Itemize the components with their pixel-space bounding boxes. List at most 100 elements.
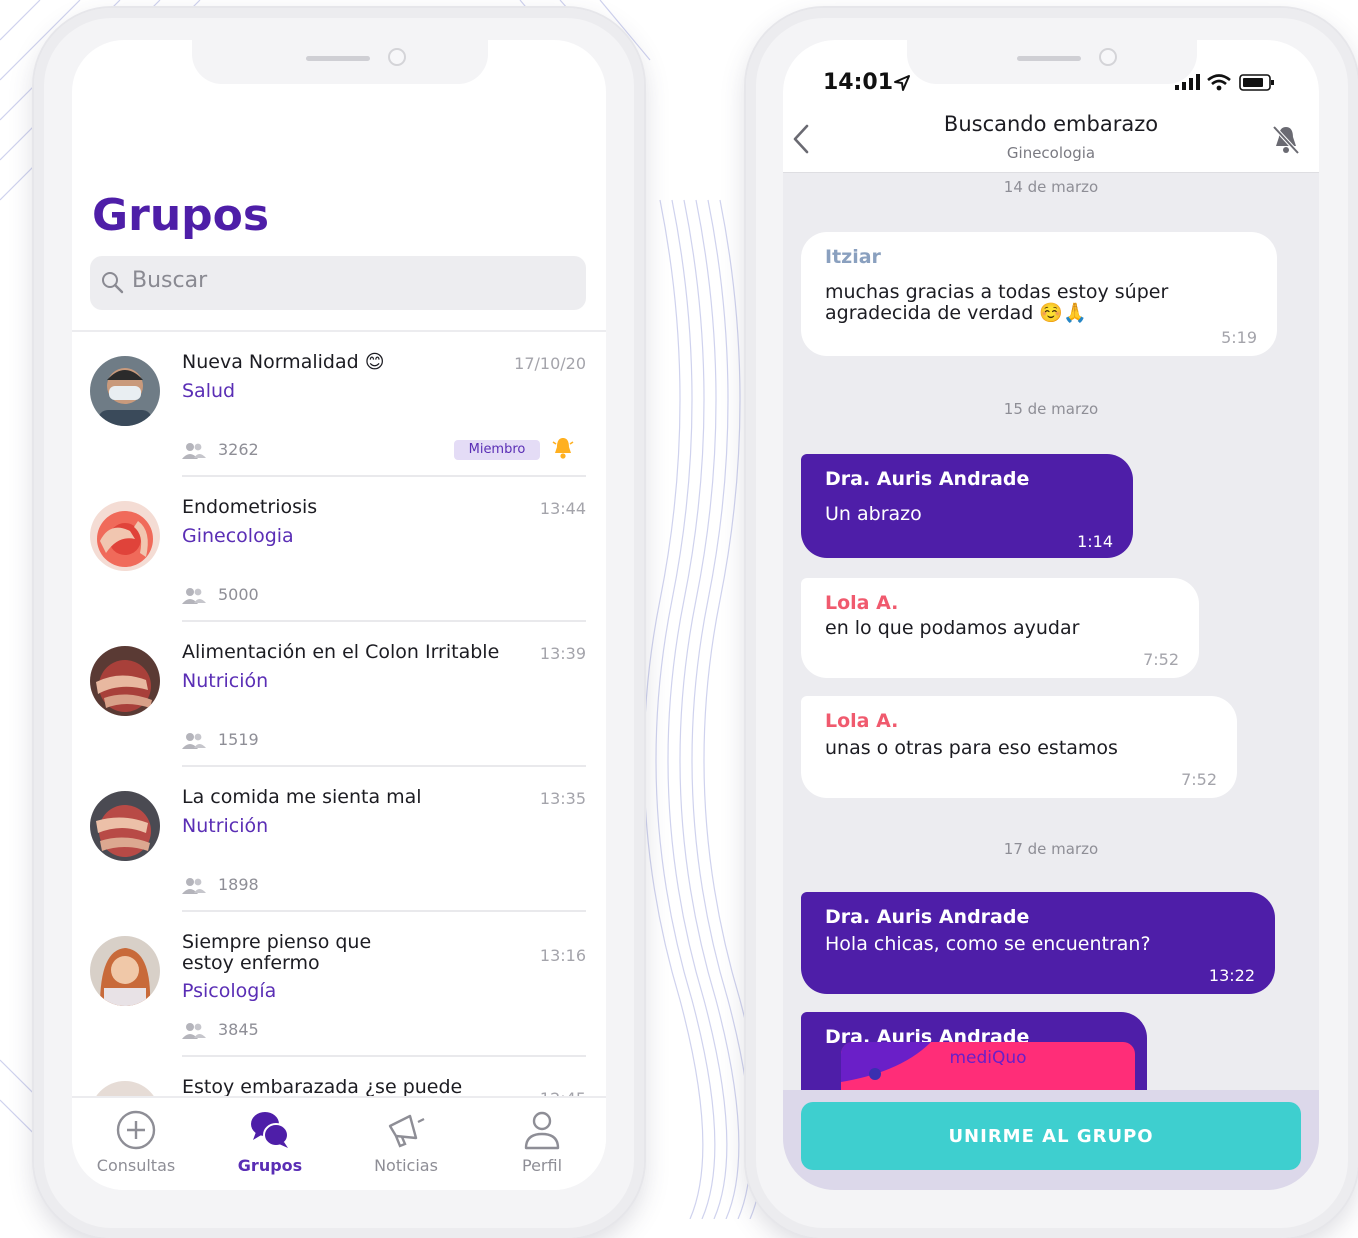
- message-bubble: Lola A. en lo que podamos ayudar 7:52: [801, 578, 1199, 678]
- wifi-icon: [1207, 74, 1231, 91]
- message-time: 5:19: [1221, 328, 1257, 347]
- date-separator: 14 de marzo: [1003, 178, 1099, 196]
- location-arrow-icon: [894, 75, 910, 91]
- join-group-button[interactable]: UNIRME AL GRUPO: [801, 1102, 1301, 1170]
- group-row[interactable]: Siempre pienso que estoy enfermo Psicolo…: [72, 912, 606, 1057]
- chat-subtitle: Ginecologia: [1006, 144, 1096, 162]
- chat-bubbles-icon: [251, 1112, 289, 1148]
- tab-label: Noticias: [374, 1156, 438, 1175]
- group-time: 17/10/20: [514, 354, 586, 373]
- group-avatar: [90, 646, 160, 716]
- promo-brand: mediQuo: [949, 1048, 1027, 1068]
- group-avatar: [90, 356, 160, 426]
- message-time: 7:52: [1143, 650, 1179, 669]
- speaker: [306, 56, 370, 61]
- message-bubble: Itziar muchas gracias a todas estoy súpe…: [801, 232, 1277, 356]
- member-badge: Miembro: [454, 440, 540, 460]
- group-name: Siempre pienso que estoy enfermo: [182, 931, 372, 974]
- group-category: Salud: [182, 380, 236, 402]
- bottom-tab-bar: Consultas Grupos Noticias Perfil: [72, 1096, 606, 1190]
- group-name: Nueva Normalidad 😊: [182, 351, 385, 373]
- message-author: Dra. Auris Andrade: [825, 906, 1030, 928]
- group-avatar: [90, 936, 160, 1006]
- phone-frame-left: Grupos Buscar Nueva Normalidad 😊 Salud 1…: [34, 8, 644, 1238]
- message-bubble: Dra. Auris Andrade Un abrazo 1:14: [801, 454, 1133, 558]
- plus-circle-icon: [116, 1110, 156, 1150]
- tab-noticias[interactable]: Noticias: [356, 1108, 456, 1175]
- members-icon: [182, 733, 206, 749]
- members-icon: [182, 443, 206, 459]
- message-text: Hola chicas, como se encuentran?: [825, 933, 1151, 955]
- members-icon: [182, 1023, 206, 1039]
- join-footer: UNIRME AL GRUPO: [783, 1090, 1319, 1190]
- search-placeholder: Buscar: [132, 268, 208, 293]
- members-icon: [182, 878, 206, 894]
- message-text: Un abrazo: [825, 503, 922, 525]
- members-icon: [182, 588, 206, 604]
- group-category: Psicología: [182, 980, 277, 1002]
- group-member-count: 5000: [218, 585, 259, 604]
- megaphone-icon: [388, 1114, 425, 1148]
- message-author: Lola A.: [825, 592, 899, 614]
- group-row[interactable]: La comida me sienta mal Nutrición 13:35 …: [72, 767, 606, 912]
- group-member-count: 1519: [218, 730, 259, 749]
- battery-icon: [1239, 74, 1274, 91]
- message-bubble: Lola A. unas o otras para eso estamos 7:…: [801, 696, 1237, 798]
- message-bubble: Dra. Auris Andrade Hola chicas, como se …: [801, 892, 1275, 994]
- tab-consultas[interactable]: Consultas: [86, 1108, 186, 1175]
- group-row[interactable]: Endometriosis Ginecologia 13:44 5000: [72, 477, 606, 622]
- group-avatar: [90, 791, 160, 861]
- message-time: 13:22: [1208, 966, 1255, 985]
- speaker: [1017, 56, 1081, 61]
- group-name: Estoy embarazada ¿se puede: [182, 1076, 463, 1098]
- search-input[interactable]: Buscar: [90, 256, 586, 310]
- search-icon: [102, 272, 124, 294]
- notch: [192, 40, 488, 84]
- page-title: Grupos: [92, 190, 270, 241]
- date-separator: 17 de marzo: [1003, 840, 1099, 858]
- group-category: Nutrición: [182, 670, 269, 692]
- front-camera: [388, 48, 406, 66]
- message-text: muchas gracias a todas estoy súper: [825, 281, 1169, 303]
- message-author: Dra. Auris Andrade: [825, 468, 1030, 490]
- notch: [907, 40, 1197, 84]
- front-camera: [1099, 48, 1117, 66]
- group-member-count: 3262: [218, 440, 259, 459]
- group-member-count: 1898: [218, 875, 259, 894]
- message-text: unas o otras para eso estamos: [825, 737, 1118, 759]
- message-time: 7:52: [1181, 770, 1217, 789]
- tab-label: Grupos: [237, 1156, 303, 1175]
- group-name: Alimentación en el Colon Irritable: [182, 641, 500, 663]
- group-row[interactable]: Alimentación en el Colon Irritable Nutri…: [72, 622, 606, 767]
- group-avatar: [90, 501, 160, 571]
- tab-label: Consultas: [96, 1156, 176, 1175]
- message-text: en lo que podamos ayudar: [825, 617, 1080, 639]
- group-time: 13:44: [539, 499, 586, 518]
- message-text: agradecida de verdad ☺️🙏: [825, 302, 1087, 324]
- message-author: Itziar: [825, 246, 881, 268]
- phone-frame-right: 14:01 Buscando embarazo Ginecologia 14 d…: [746, 8, 1358, 1238]
- group-category: Ginecologia: [182, 525, 294, 547]
- tab-label: Perfil: [521, 1156, 563, 1175]
- group-category: Nutrición: [182, 815, 269, 837]
- group-name: Endometriosis: [182, 496, 318, 518]
- message-author: Lola A.: [825, 710, 899, 732]
- status-time: 14:01: [823, 70, 894, 95]
- groups-screen: Grupos Buscar Nueva Normalidad 😊 Salud 1…: [72, 40, 606, 1190]
- bell-icon[interactable]: [552, 436, 574, 460]
- date-separator: 15 de marzo: [1003, 400, 1099, 418]
- bell-muted-icon[interactable]: [1271, 124, 1301, 156]
- chat-title: Buscando embarazo: [943, 112, 1159, 136]
- group-name: La comida me sienta mal: [182, 786, 422, 808]
- user-icon: [524, 1111, 560, 1150]
- chat-header: Buscando embarazo Ginecologia: [783, 100, 1319, 173]
- tab-grupos[interactable]: Grupos: [220, 1108, 320, 1175]
- tab-perfil[interactable]: Perfil: [492, 1108, 592, 1175]
- group-member-count: 3845: [218, 1020, 259, 1039]
- group-row[interactable]: Nueva Normalidad 😊 Salud 17/10/20 3262 M…: [72, 332, 606, 477]
- chat-screen: 14:01 Buscando embarazo Ginecologia 14 d…: [783, 40, 1319, 1190]
- group-time: 13:39: [539, 644, 586, 663]
- group-time: 13:16: [539, 946, 586, 965]
- group-time: 13:35: [539, 789, 586, 808]
- message-time: 1:14: [1077, 532, 1113, 551]
